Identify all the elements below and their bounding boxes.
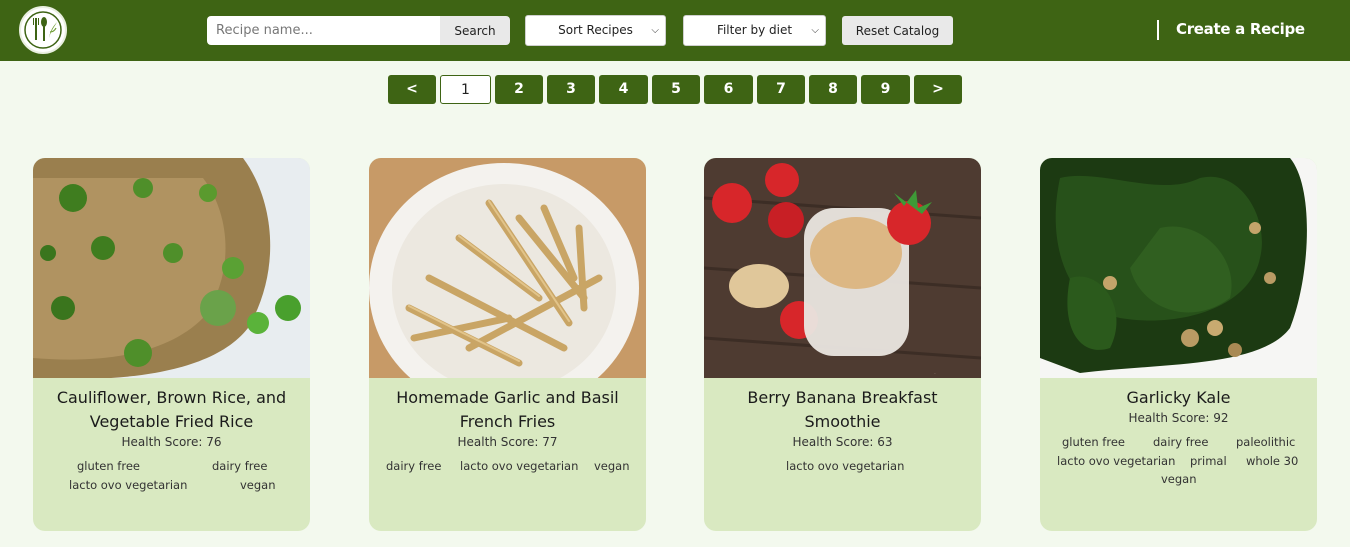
page-button-7[interactable]: 7	[757, 75, 805, 104]
diet-tag: whole 30	[1246, 454, 1299, 468]
recipe-title: Homemade Garlic and Basil French Fries	[379, 386, 636, 434]
recipe-image-fried-rice[interactable]	[33, 158, 310, 378]
diet-tag: lacto ovo vegetarian	[460, 459, 579, 473]
logo[interactable]	[19, 6, 67, 54]
diet-tag: paleolithic	[1236, 435, 1296, 449]
page-button-6[interactable]: 6	[704, 75, 753, 104]
recipe-title-line: Homemade Garlic and Basil	[396, 388, 619, 407]
diet-tag: gluten free	[1062, 435, 1125, 449]
diet-select-label: Filter by diet	[716, 23, 793, 37]
health-score: Health Score: 92	[1128, 411, 1229, 425]
search-input[interactable]	[207, 16, 440, 45]
diet-tag: lacto ovo vegetarian	[1057, 454, 1176, 468]
recipe-card[interactable]: Homemade Garlic and Basil French Fries H…	[369, 158, 646, 531]
diet-tag: vegan	[1161, 472, 1197, 486]
recipe-title-line: Vegetable Fried Rice	[89, 412, 254, 431]
create-recipe-link[interactable]: Create a Recipe	[1176, 20, 1305, 38]
recipe-title-line: Smoothie	[804, 412, 881, 431]
diet-tag: gluten free	[77, 459, 140, 473]
page-button-5[interactable]: 5	[652, 75, 700, 104]
diet-tag: dairy free	[1153, 435, 1209, 449]
recipe-image-french-fries[interactable]	[369, 158, 646, 378]
recipe-title-line: French Fries	[459, 412, 556, 431]
recipe-image-smoothie[interactable]: .	[704, 158, 981, 378]
recipe-title: Garlicky Kale	[1050, 386, 1307, 410]
page-button-1[interactable]: 1	[440, 75, 491, 104]
sort-select-label: Sort Recipes	[558, 23, 633, 37]
recipe-title: Berry Banana Breakfast Smoothie	[714, 386, 971, 434]
diet-tag: dairy free	[212, 459, 268, 473]
page-button-2[interactable]: 2	[495, 75, 543, 104]
prev-page-button[interactable]: <	[388, 75, 436, 104]
chevron-down-icon: ⌵	[651, 25, 659, 36]
recipe-title-line: Garlicky Kale	[1126, 388, 1231, 407]
chevron-down-icon: ⌵	[811, 25, 819, 36]
page-button-8[interactable]: 8	[809, 75, 857, 104]
health-score: Health Score: 76	[121, 435, 222, 449]
recipe-title-line: Berry Banana Breakfast	[747, 388, 938, 407]
svg-text:.: .	[934, 369, 936, 376]
recipe-card[interactable]: Garlicky Kale Health Score: 92 gluten fr…	[1040, 158, 1317, 531]
recipe-image-kale[interactable]	[1040, 158, 1317, 378]
diet-tag: dairy free	[386, 459, 442, 473]
next-page-button[interactable]: >	[914, 75, 962, 104]
diet-tag: lacto ovo vegetarian	[69, 478, 188, 492]
recipe-title-line: Cauliflower, Brown Rice, and	[56, 388, 287, 407]
page-button-4[interactable]: 4	[599, 75, 648, 104]
nav-divider	[1157, 20, 1159, 40]
diet-tag: vegan	[240, 478, 276, 492]
page-button-9[interactable]: 9	[861, 75, 910, 104]
diet-filter-select[interactable]: Filter by diet ⌵	[683, 15, 826, 46]
health-score: Health Score: 63	[792, 435, 893, 449]
recipe-title: Cauliflower, Brown Rice, and Vegetable F…	[43, 386, 300, 434]
diet-tag: primal	[1190, 454, 1227, 468]
sort-recipes-select[interactable]: Sort Recipes ⌵	[525, 15, 666, 46]
health-score: Health Score: 77	[457, 435, 558, 449]
navbar: Search Sort Recipes ⌵ Filter by diet ⌵ R…	[0, 0, 1350, 61]
search-button[interactable]: Search	[440, 16, 510, 45]
page-button-3[interactable]: 3	[547, 75, 595, 104]
recipe-card[interactable]: Cauliflower, Brown Rice, and Vegetable F…	[33, 158, 310, 531]
diet-tag: vegan	[594, 459, 630, 473]
recipe-card[interactable]: . Berry Banana Breakfast Smoothie Health…	[704, 158, 981, 531]
reset-catalog-button[interactable]: Reset Catalog	[842, 16, 953, 45]
diet-tag: lacto ovo vegetarian	[786, 459, 905, 473]
utensils-leaf-icon	[24, 11, 62, 49]
